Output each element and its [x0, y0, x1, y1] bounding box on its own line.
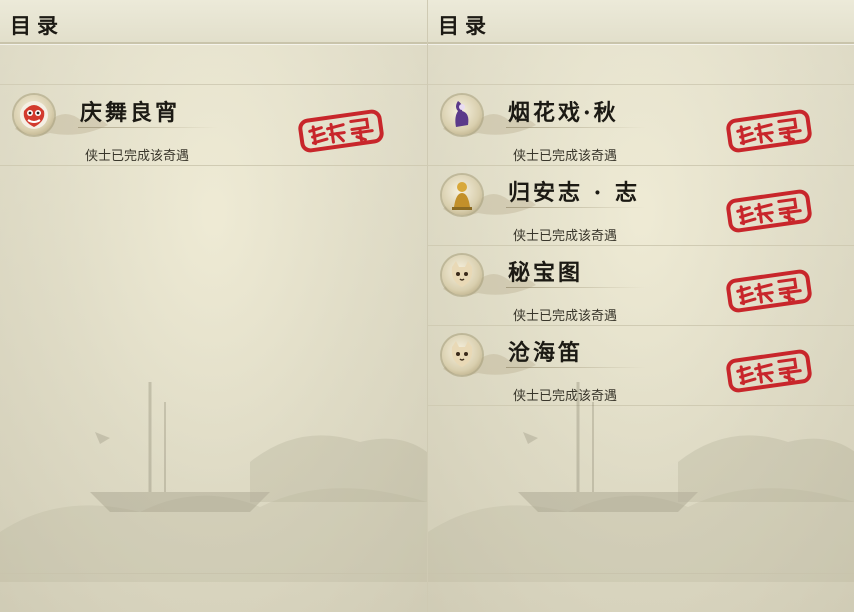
golden-figure-icon	[442, 175, 482, 215]
cat-icon	[442, 255, 482, 295]
completion-status: 侠士已完成该奇遇	[513, 229, 618, 244]
name-underline	[78, 127, 218, 128]
right-catalog-panel: 目录 烟花戏·秋 侠士已完成该奇遇 归安志 · 志 侠士已完成该奇遇 秘宝图 侠…	[427, 0, 854, 612]
catalog-title: 目录	[438, 13, 492, 38]
name-underline	[506, 287, 646, 288]
completion-status: 侠士已完成该奇遇	[513, 309, 618, 324]
misty-ship-background	[428, 382, 854, 582]
cat-icon	[442, 335, 482, 375]
adventure-name: 秘宝图	[508, 260, 584, 286]
adventure-entry[interactable]: 庆舞良宵 侠士已完成该奇遇	[0, 85, 427, 166]
adventure-name: 归安志 · 志	[508, 180, 640, 206]
completed-seal-icon	[298, 109, 384, 153]
catalog-title: 目录	[10, 13, 64, 38]
completed-seal-icon	[726, 189, 812, 233]
catalog-header: 目录	[0, 0, 427, 44]
completion-status: 侠士已完成该奇遇	[513, 149, 618, 164]
completed-seal-icon	[726, 109, 812, 153]
left-catalog-panel: 目录 庆舞良宵 侠士已完成该奇遇	[0, 0, 427, 612]
divider	[428, 573, 854, 574]
adventure-name: 烟花戏·秋	[508, 100, 619, 126]
adventure-entry[interactable]: 烟花戏·秋 侠士已完成该奇遇	[428, 85, 854, 166]
completed-seal-icon	[726, 269, 812, 313]
lion-dance-icon	[14, 95, 54, 135]
purple-figure-icon	[442, 95, 482, 135]
catalog-header: 目录	[428, 0, 854, 44]
divider	[0, 573, 427, 574]
name-underline	[506, 367, 646, 368]
name-underline	[506, 127, 646, 128]
adventure-entry[interactable]: 归安志 · 志 侠士已完成该奇遇	[428, 165, 854, 246]
adventure-name: 庆舞良宵	[80, 100, 181, 126]
name-underline	[506, 207, 646, 208]
adventure-name: 沧海笛	[508, 340, 584, 366]
adventure-entry[interactable]: 秘宝图 侠士已完成该奇遇	[428, 245, 854, 326]
misty-ship-background	[0, 382, 427, 582]
completion-status: 侠士已完成该奇遇	[85, 149, 190, 164]
